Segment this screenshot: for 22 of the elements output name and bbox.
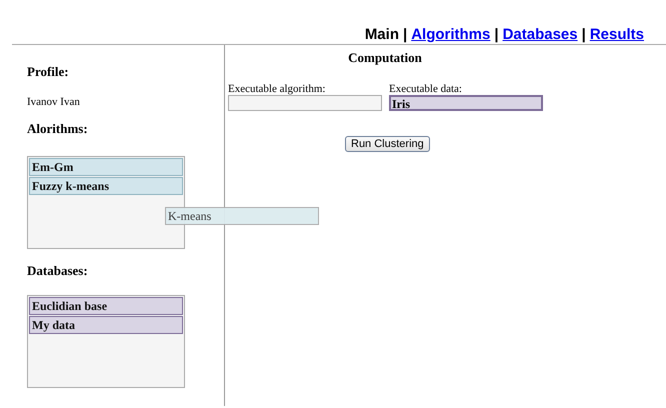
nav-separator: | xyxy=(582,26,586,43)
nav-separator: | xyxy=(402,26,408,43)
section-heading: Databases: xyxy=(27,263,89,279)
field-label: Executable algorithm: xyxy=(228,83,326,95)
drop-field[interactable]: Iris xyxy=(389,95,543,111)
panel-title: Computation xyxy=(347,50,423,66)
current-page-label[interactable]: Main xyxy=(364,26,399,43)
list-item[interactable]: Em-Gm xyxy=(29,158,183,176)
section-heading: Alorithms: xyxy=(27,121,89,137)
field-label: Executable data: xyxy=(389,83,463,95)
list-item[interactable]: Euclidian base xyxy=(29,297,183,315)
section-heading: Profile: xyxy=(27,64,70,80)
list-item[interactable]: Fuzzy k-means xyxy=(29,177,183,195)
nav-separator: | xyxy=(494,26,499,43)
run-clustering-button[interactable]: Run Clustering xyxy=(345,136,430,152)
user-name: Ivanov Ivan xyxy=(27,96,81,108)
nav-link[interactable]: Databases xyxy=(502,26,578,43)
list-item[interactable]: My data xyxy=(29,316,183,334)
drop-field[interactable] xyxy=(228,95,382,111)
list-item[interactable]: K-means xyxy=(165,207,319,225)
nav-link[interactable]: Results xyxy=(590,26,644,43)
nav-link[interactable]: Algorithms xyxy=(411,26,490,43)
